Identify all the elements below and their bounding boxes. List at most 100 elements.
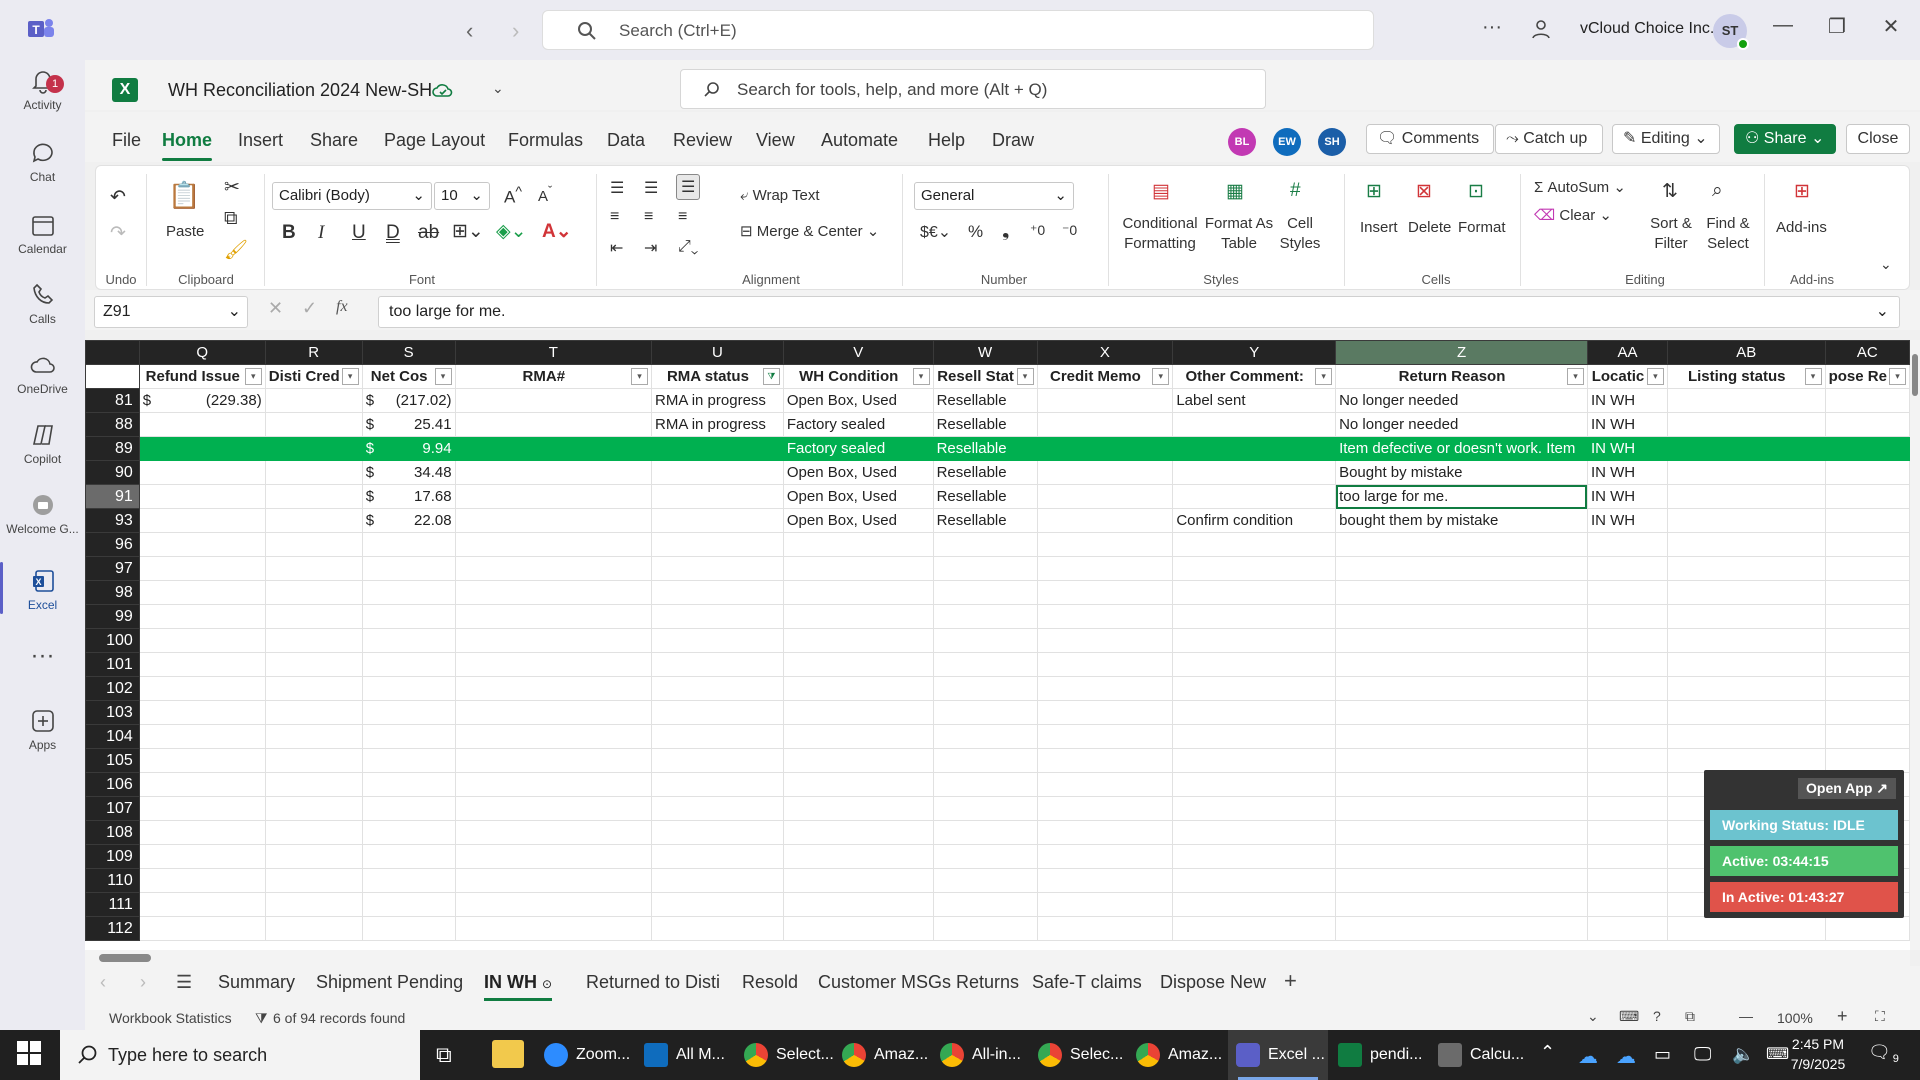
cell[interactable] bbox=[138, 844, 266, 869]
cell[interactable] bbox=[138, 484, 266, 509]
cell[interactable] bbox=[651, 820, 784, 845]
cell[interactable] bbox=[651, 628, 784, 653]
row-header[interactable]: 107 bbox=[85, 796, 140, 821]
cell[interactable] bbox=[651, 436, 784, 461]
cell[interactable] bbox=[1172, 556, 1337, 581]
workbook-statistics-button[interactable]: Workbook Statistics bbox=[109, 1010, 232, 1026]
column-header[interactable]: AC bbox=[1824, 340, 1910, 365]
cell[interactable] bbox=[651, 556, 784, 581]
catch-up-button[interactable]: ⤳ Catch up bbox=[1495, 124, 1603, 154]
filter-dropdown-icon[interactable]: ▾ bbox=[1566, 368, 1584, 385]
tab-insert[interactable]: Insert bbox=[238, 130, 283, 151]
header-cell[interactable]: pose Re ▾ bbox=[1824, 364, 1910, 389]
rail-item-excel[interactable]: X Excel bbox=[0, 562, 85, 614]
cell[interactable] bbox=[1036, 844, 1174, 869]
next-sheet-icon[interactable]: › bbox=[140, 972, 146, 993]
cell[interactable] bbox=[1586, 532, 1668, 557]
cell[interactable] bbox=[454, 556, 653, 581]
cell[interactable] bbox=[1036, 676, 1174, 701]
cell[interactable]: Resellable bbox=[932, 460, 1038, 485]
cell[interactable] bbox=[264, 388, 363, 413]
format-cells-button[interactable]: Format bbox=[1458, 218, 1506, 238]
cell[interactable] bbox=[1586, 916, 1668, 941]
paste-button[interactable]: Paste bbox=[166, 222, 204, 242]
row-header[interactable]: 93 bbox=[85, 508, 140, 533]
zoom-in-icon[interactable]: + bbox=[1837, 1006, 1848, 1027]
cell[interactable] bbox=[264, 820, 363, 845]
cell[interactable]: $25.41 bbox=[361, 412, 456, 437]
cell[interactable] bbox=[264, 916, 363, 941]
cell[interactable] bbox=[361, 556, 456, 581]
cell[interactable] bbox=[454, 388, 653, 413]
align-middle-icon[interactable]: ☰ bbox=[644, 178, 658, 198]
taskbar-app-calculator[interactable]: Calcu... bbox=[1430, 1030, 1524, 1080]
column-header[interactable]: W bbox=[932, 340, 1038, 365]
cell[interactable] bbox=[1335, 916, 1588, 941]
cell[interactable] bbox=[782, 796, 934, 821]
cell[interactable] bbox=[264, 772, 363, 797]
row-header[interactable]: 104 bbox=[85, 724, 140, 749]
header-cell[interactable]: Locatic ▾ bbox=[1586, 364, 1668, 389]
rail-item-calendar[interactable]: Calendar bbox=[0, 212, 85, 256]
merge-center-button[interactable]: ⊟ Merge & Center ⌄ bbox=[740, 222, 879, 242]
cell[interactable] bbox=[264, 844, 363, 869]
cell[interactable] bbox=[651, 772, 784, 797]
cell[interactable]: IN WH bbox=[1586, 412, 1668, 437]
align-center-icon[interactable]: ≡ bbox=[644, 208, 653, 226]
cell[interactable] bbox=[1586, 796, 1668, 821]
cell[interactable] bbox=[651, 700, 784, 725]
row-header[interactable]: 110 bbox=[85, 868, 140, 893]
tab-help[interactable]: Help bbox=[928, 130, 965, 151]
cell[interactable] bbox=[1036, 700, 1174, 725]
cell[interactable]: Factory sealed bbox=[782, 412, 934, 437]
cell[interactable]: No longer needed bbox=[1335, 412, 1588, 437]
column-header[interactable]: Y bbox=[1172, 340, 1337, 365]
cell[interactable] bbox=[264, 652, 363, 677]
tab-automate[interactable]: Automate bbox=[821, 130, 898, 151]
cell[interactable] bbox=[1335, 532, 1588, 557]
cell[interactable] bbox=[138, 676, 266, 701]
cell[interactable] bbox=[651, 724, 784, 749]
cell[interactable] bbox=[361, 916, 456, 941]
row-header[interactable]: 1 bbox=[85, 364, 140, 389]
cell[interactable] bbox=[1666, 628, 1826, 653]
cell[interactable] bbox=[454, 868, 653, 893]
format-as-table-icon[interactable]: ▦ bbox=[1226, 180, 1244, 203]
battery-icon[interactable]: ▭ bbox=[1654, 1044, 1671, 1065]
forward-arrow-icon[interactable]: › bbox=[512, 18, 519, 44]
filter-active-icon[interactable]: ⧩ bbox=[762, 368, 780, 385]
cell[interactable] bbox=[1036, 460, 1174, 485]
taskbar-app-outlook[interactable]: All M... bbox=[636, 1030, 725, 1080]
close-button[interactable]: Close bbox=[1846, 124, 1910, 154]
filter-dropdown-icon[interactable]: ▾ bbox=[912, 368, 930, 385]
cell[interactable]: Label sent bbox=[1172, 388, 1337, 413]
cell[interactable] bbox=[1335, 724, 1588, 749]
cell[interactable] bbox=[932, 868, 1038, 893]
more-options-icon[interactable]: ··· bbox=[1482, 16, 1502, 39]
tab-share[interactable]: Share bbox=[310, 130, 358, 151]
find-select-icon[interactable]: ⌕ bbox=[1712, 180, 1723, 202]
taskbar-search-input[interactable]: Type here to search bbox=[60, 1030, 420, 1080]
more-apps-icon[interactable]: ··· bbox=[0, 642, 85, 670]
cell[interactable] bbox=[1036, 796, 1174, 821]
cell[interactable] bbox=[1172, 532, 1337, 557]
cell[interactable] bbox=[264, 724, 363, 749]
row-header[interactable]: 108 bbox=[85, 820, 140, 845]
cell[interactable] bbox=[1335, 796, 1588, 821]
header-cell[interactable]: Refund Issue ▾ bbox=[138, 364, 266, 389]
cell[interactable] bbox=[138, 700, 266, 725]
cell[interactable] bbox=[264, 508, 363, 533]
align-bottom-icon[interactable]: ☰ bbox=[676, 174, 701, 200]
teams-logo-icon[interactable]: T bbox=[26, 16, 56, 42]
cell-styles-icon[interactable]: # bbox=[1290, 180, 1301, 202]
cell[interactable] bbox=[138, 772, 266, 797]
horizontal-scrollbar[interactable] bbox=[85, 950, 1910, 966]
cell[interactable] bbox=[1586, 700, 1668, 725]
cell[interactable] bbox=[138, 820, 266, 845]
cell[interactable] bbox=[932, 796, 1038, 821]
cell[interactable] bbox=[454, 772, 653, 797]
sheet-tab-resold[interactable]: Resold bbox=[742, 972, 798, 993]
taskbar-app-excel[interactable]: pendi... bbox=[1330, 1030, 1422, 1080]
filter-dropdown-icon[interactable]: ▾ bbox=[244, 368, 262, 385]
cell[interactable]: Resellable bbox=[932, 436, 1038, 461]
